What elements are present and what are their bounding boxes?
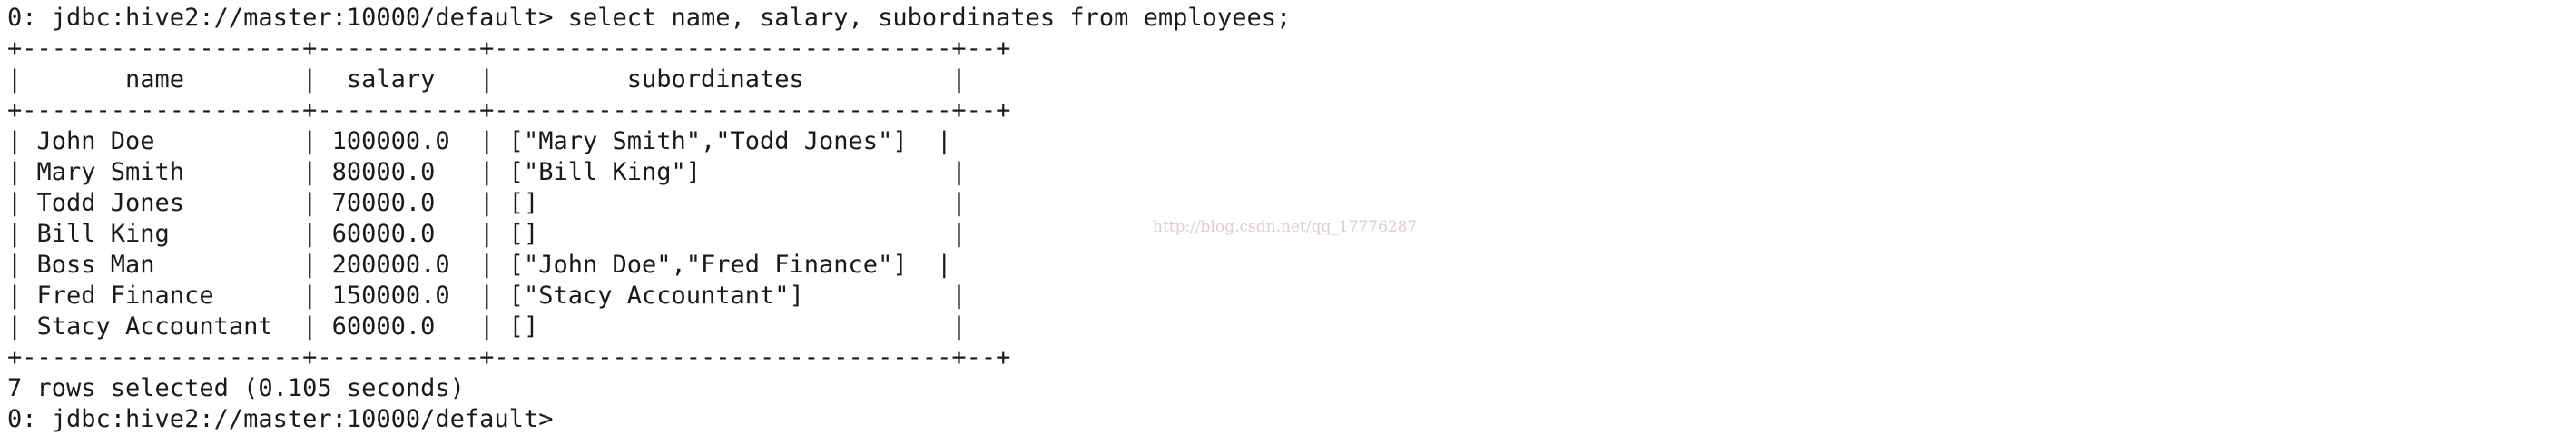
command-line: 0: jdbc:hive2://master:10000/default> se…	[7, 4, 1292, 32]
terminal-output: 0: jdbc:hive2://master:10000/default> se…	[7, 3, 1291, 435]
table-row: | John Doe | 100000.0 | ["Mary Smith","T…	[7, 127, 952, 155]
table-row: | Fred Finance | 150000.0 | ["Stacy Acco…	[7, 282, 967, 310]
table-row: | Mary Smith | 80000.0 | ["Bill King"] |	[7, 158, 967, 186]
watermark-text: http://blog.csdn.net/qq_17776287	[1153, 218, 1418, 236]
terminal-window[interactable]: 0: jdbc:hive2://master:10000/default> se…	[0, 0, 2576, 436]
table-row: | Stacy Accountant | 60000.0 | [] |	[7, 312, 967, 341]
table-row: | Todd Jones | 70000.0 | [] |	[7, 189, 967, 217]
table-row: | Boss Man | 200000.0 | ["John Doe","Fre…	[7, 251, 952, 279]
table-row: | Bill King | 60000.0 | [] |	[7, 220, 967, 248]
command-prompt[interactable]: 0: jdbc:hive2://master:10000/default>	[7, 404, 1291, 435]
result-summary: 7 rows selected (0.105 seconds)	[7, 374, 465, 402]
table-header-row: | name | salary | subordinates |	[7, 65, 967, 94]
table-border-bottom: +-------------------+-----------+-------…	[7, 343, 1011, 372]
table-border-top: +-------------------+-----------+-------…	[7, 35, 1011, 63]
table-border-middle: +-------------------+-----------+-------…	[7, 96, 1011, 124]
